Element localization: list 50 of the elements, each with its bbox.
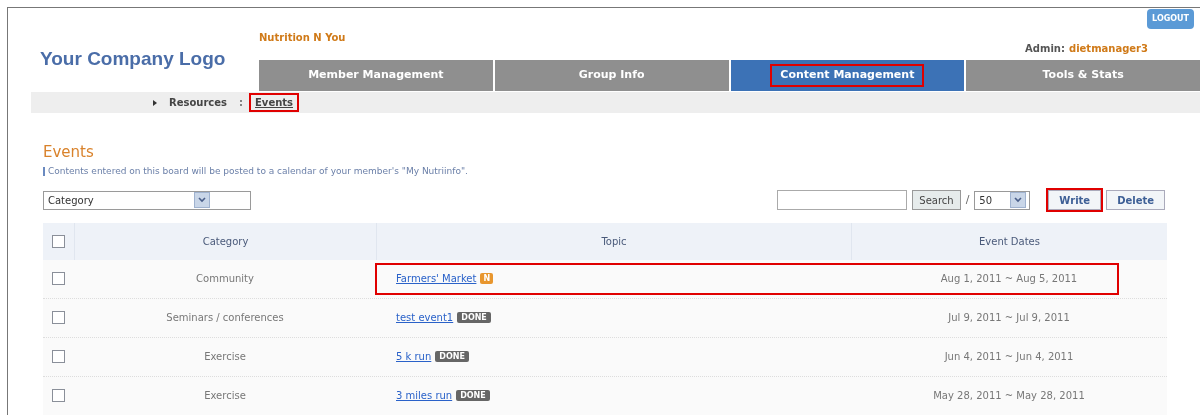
write-button[interactable]: Write	[1048, 190, 1102, 210]
nav-tab[interactable]: Member Management	[259, 60, 493, 91]
category-select[interactable]: Category	[43, 190, 251, 210]
checkbox[interactable]	[52, 311, 65, 324]
column-header: Topic	[601, 234, 627, 249]
column-header: Event Dates	[979, 234, 1040, 249]
topic-link[interactable]: Farmers' Market	[396, 271, 477, 286]
table-cell: Jun 4, 2011 ~ Jun 4, 2011	[944, 351, 1074, 362]
table-row[interactable]: Exercise 5 k run DONE Jun 4, 2011 ~ Jun 4, 2011	[43, 337, 1167, 377]
per-page-select[interactable]: 50	[974, 190, 1031, 210]
breadcrumb-link[interactable]: Resources	[165, 95, 232, 110]
admin-label: Admin:	[1025, 42, 1065, 56]
table-cell: May 28, 2011 ~ May 28, 2011	[933, 390, 1085, 401]
nav-tab[interactable]: Content Management	[730, 60, 965, 91]
bullet-icon	[153, 99, 157, 106]
checkbox[interactable]	[52, 272, 65, 285]
table-cell: Seminars / conferences	[166, 312, 284, 323]
table-cell: Aug 1, 2011 ~ Aug 5, 2011	[940, 273, 1078, 284]
site-name: Nutrition N You	[259, 31, 346, 45]
checkbox[interactable]	[52, 350, 65, 363]
page-separator: /	[965, 191, 970, 208]
topic-link[interactable]: 5 k run	[396, 349, 432, 364]
done-badge: DONE	[457, 312, 491, 323]
delete-button[interactable]: Delete	[1106, 190, 1165, 210]
column-header: Category	[202, 234, 249, 249]
logout-button[interactable]: LOGOUT	[1147, 9, 1194, 29]
table-cell: Exercise	[204, 351, 246, 362]
table-cell: Community	[196, 273, 254, 284]
company-logo: Your Company Logo	[40, 49, 227, 68]
table-cell: Exercise	[204, 390, 246, 401]
topic-link[interactable]: test event1	[396, 310, 454, 325]
breadcrumb-link[interactable]: Events	[251, 95, 297, 110]
board-description: Contents entered on this board will be posted to a calendar of your member's "My Nutriinfo".	[48, 165, 468, 178]
new-badge: N	[480, 273, 494, 284]
table-row[interactable]: Community Farmers' Market N Aug 1, 2011 ~ Aug 5, 2011	[43, 259, 1167, 299]
done-badge: DONE	[456, 390, 490, 401]
nav-tab[interactable]: Tools & Stats	[966, 60, 1200, 91]
search-button[interactable]: Search	[912, 190, 961, 210]
checkbox[interactable]	[52, 389, 65, 402]
topic-link[interactable]: 3 miles run	[396, 388, 453, 403]
search-field[interactable]	[777, 190, 908, 210]
table-row[interactable]: Seminars / conferences test event1 DONE Jul 9, 2011 ~ Jul 9, 2011	[43, 298, 1167, 338]
done-badge: DONE	[435, 351, 469, 362]
nav-tab[interactable]: Group Info	[494, 60, 729, 91]
page-title: Events	[43, 145, 95, 160]
checkbox[interactable]	[52, 234, 65, 248]
table-row[interactable]: Exercise 3 miles run DONE May 28, 2011 ~ May 28, 2011	[43, 376, 1167, 415]
table-cell: Jul 9, 2011 ~ Jul 9, 2011	[948, 312, 1070, 323]
admin-username: dietmanager3	[1069, 42, 1148, 56]
breadcrumb-separator: :	[239, 96, 244, 110]
